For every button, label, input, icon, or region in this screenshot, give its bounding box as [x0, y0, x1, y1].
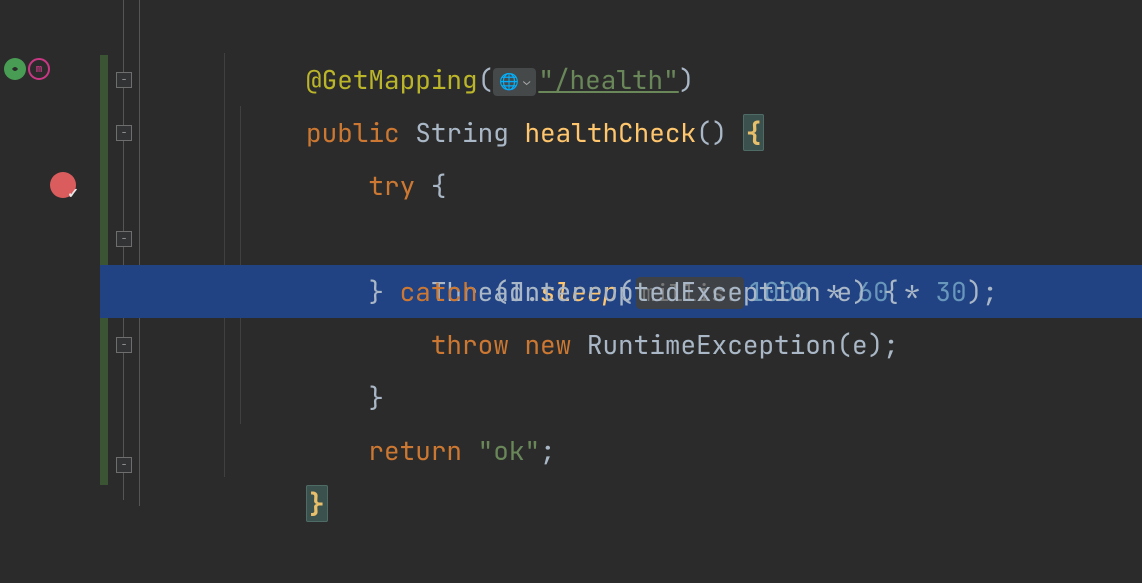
string-literal: "ok" — [478, 433, 540, 468]
fold-toggle-try[interactable]: − — [116, 125, 132, 141]
fold-toggle-method[interactable]: − — [116, 72, 132, 88]
code-line[interactable]: } catch (InterruptedException e) { — [150, 212, 1142, 265]
mapping-url-string: "/health" — [538, 62, 678, 97]
spring-bean-icon[interactable] — [4, 58, 26, 80]
keyword-try: try — [368, 168, 415, 203]
fold-toggle-catch[interactable]: − — [116, 231, 132, 247]
gutter: m ✓ — [0, 0, 100, 506]
keyword-return: return — [368, 433, 462, 468]
keyword-throw: throw — [431, 327, 509, 362]
gutter-line-icons: m — [4, 58, 50, 80]
fold-column: − − − − − — [100, 0, 140, 506]
code-editor[interactable]: m ✓ − − − − − @GetMapping(🌐⌄"/health") p… — [0, 0, 1142, 506]
brace-open: { — [743, 114, 765, 151]
breakpoint-icon[interactable]: ✓ — [50, 172, 76, 198]
fold-toggle-catch-end[interactable]: − — [116, 337, 132, 353]
globe-icon: 🌐 — [499, 55, 519, 108]
request-mapping-icon[interactable]: m — [28, 58, 50, 80]
brace-close: } — [306, 485, 328, 522]
breakpoint-verified-check-icon: ✓ — [67, 168, 79, 221]
annotation-token: @GetMapping — [306, 62, 478, 97]
code-line[interactable]: @GetMapping(🌐⌄"/health") — [150, 0, 1142, 53]
method-name: healthCheck — [524, 115, 696, 150]
keyword-new: new — [524, 327, 571, 362]
url-inlay-icon[interactable]: 🌐⌄ — [493, 68, 536, 96]
keyword-catch: catch — [400, 274, 478, 309]
fold-toggle-method-end[interactable]: − — [116, 457, 132, 473]
chevron-down-icon: ⌄ — [523, 55, 530, 108]
keyword-public: public — [306, 115, 400, 150]
code-area[interactable]: @GetMapping(🌐⌄"/health") public String h… — [140, 0, 1142, 506]
